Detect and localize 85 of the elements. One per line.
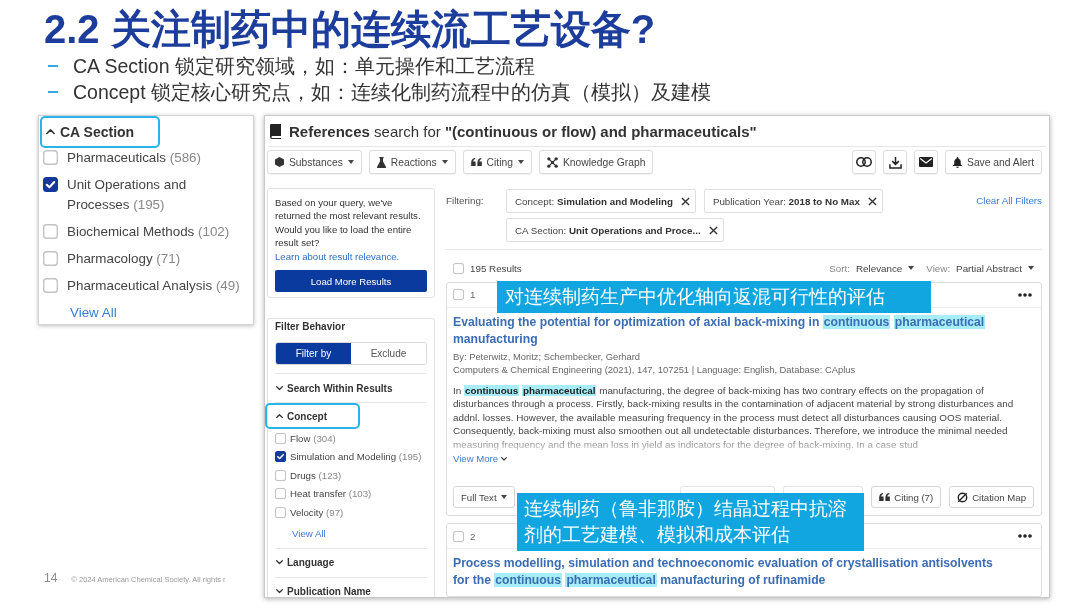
bullet-dash-icon <box>48 91 58 93</box>
filter-option[interactable]: Heat transfer (103) <box>290 488 372 500</box>
result-number: 1 <box>470 289 476 300</box>
action-button[interactable]: Citation Map <box>949 486 1034 508</box>
view-more-link[interactable]: View More <box>453 453 508 465</box>
download-button[interactable] <box>883 150 907 174</box>
notice-text: Based on your query, we've returned the most relevant results. Would you like to load the entire result set? <box>275 196 422 250</box>
view-dropdown[interactable]: Partial Abstract <box>956 262 1034 274</box>
chip-label: CA Section: Unit Operations and Proce... <box>515 224 701 236</box>
mail-icon <box>919 157 933 167</box>
book-icon <box>270 123 282 139</box>
hexagon-icon <box>275 157 284 167</box>
section-toggle[interactable]: CA Section <box>40 116 160 148</box>
chip-label: Concept: Simulation and Modeling <box>515 195 673 207</box>
result-authors: By: Peterwitz, Moritz; Schembecker, Gerhard <box>453 349 642 363</box>
sort-dropdown[interactable]: Relevance <box>856 262 915 274</box>
filter-option[interactable]: Pharmacology (71) <box>67 248 181 269</box>
save-alert-button[interactable]: Save and Alert <box>945 150 1042 174</box>
action-button[interactable]: Citing (7) <box>871 486 942 508</box>
filtering-label: Filtering: <box>445 194 485 208</box>
bullet-text: Concept 锁定核心研究点，如：连续化制药流程中的仿真（模拟）及建模 <box>73 79 712 105</box>
bullet-text: CA Section 锁定研究领域，如：单元操作和工艺流程 <box>73 53 535 79</box>
email-button[interactable] <box>914 150 938 174</box>
more-icon[interactable] <box>1018 534 1032 538</box>
view-all-link[interactable]: View All <box>40 299 117 323</box>
result-abstract: In continuous pharmaceutical manufacturing, the degree of back-mixing has two contrary effects on the propagation of disturbances through a process. Firstly, back-mixing results in the contamination of adjacent material by strong disturbances and addnl. losses. However, the available measuring frequency in the process must detect all disturbances causing OOS material. Consequently, back-mixing must also smoothen out all undetectable disturbances. Therefore, we introduce the minimal needed measuring frequency and the mean loss in yield as indicators for the degree of back-mixing. In a case stud <box>453 383 1015 451</box>
quote-icon <box>879 493 891 501</box>
toolbar-button[interactable]: Substances <box>267 150 362 174</box>
action-button[interactable]: Full Text <box>453 486 515 508</box>
toolbar-button[interactable]: Reactions <box>368 150 456 174</box>
results-count: 195 Results <box>470 262 522 274</box>
checkbox[interactable] <box>275 451 286 463</box>
relevance-link[interactable]: Learn about result relevance. <box>275 249 400 264</box>
filter-option[interactable]: Velocity (97) <box>290 506 344 518</box>
filter-option[interactable]: Simulation and Modeling (195) <box>290 451 422 463</box>
filter-option[interactable]: Drugs (123) <box>290 469 342 481</box>
load-more-button[interactable]: Load More Results <box>275 270 427 293</box>
result-title-link[interactable]: Evaluating the potential for optimization of axial back-mixing in continuous pharmaceutical manufacturing <box>453 313 1009 348</box>
search-heading: References search for "(continuous or flow) and pharmaceuticals" <box>289 122 757 140</box>
caret-down-icon <box>517 160 524 164</box>
compare-button[interactable] <box>852 150 876 174</box>
translation-callout: 连续制药（鲁非那胺）结晶过程中抗溶剂的工艺建模、模拟和成本评估 <box>517 493 865 551</box>
bullet-dash-icon <box>48 65 58 67</box>
chip-label: Publication Year: 2018 to No Max <box>712 195 860 207</box>
panel-title: Filter Behavior <box>275 320 347 335</box>
close-icon[interactable] <box>867 196 877 206</box>
filter-section-toggle[interactable]: Language <box>275 548 427 577</box>
sort-label: Sort: <box>829 262 851 274</box>
graph-icon <box>546 156 558 168</box>
page-number: 14 <box>44 571 58 585</box>
filter-option[interactable]: Pharmaceuticals (586) <box>67 147 201 168</box>
caret-down-icon <box>908 266 915 271</box>
filter-option[interactable]: Unit Operations and Processes (195) <box>67 174 245 215</box>
result-number: 2 <box>470 530 476 542</box>
filter-section-toggle[interactable]: Publication Name <box>275 577 427 597</box>
toolbar-button[interactable]: Citing <box>462 150 532 174</box>
filter-section-toggle[interactable]: Search Within Results <box>275 374 427 403</box>
chevron-down-icon <box>501 457 508 461</box>
close-icon[interactable] <box>708 225 718 235</box>
clear-filters-link[interactable]: Clear All Filters <box>976 189 1042 213</box>
close-icon[interactable] <box>680 196 690 206</box>
toggle-option[interactable]: Filter by <box>276 343 351 365</box>
bell-icon <box>953 156 962 168</box>
result-title-link[interactable]: Process modelling, simulation and technoeconomic evaluation of crystallisation antisolvents for the continuous pharmaceutical manufacturing of rufinamide <box>453 555 1009 589</box>
slashed-circle-icon <box>957 491 969 503</box>
translation-callout: 对连续制药生产中优化轴向返混可行性的评估 <box>497 280 931 313</box>
toolbar-button[interactable]: Knowledge Graph <box>538 150 654 174</box>
caret-down-icon <box>347 160 354 164</box>
result-source: Computers & Chemical Engineering (2021), 147, 107251 | Language: English, Database: CAplus <box>453 362 857 376</box>
view-all-link[interactable]: View All <box>275 521 326 543</box>
flask-icon <box>376 156 386 168</box>
slide-title: 2.2 关注制药中的连续流工艺设备? <box>44 6 657 52</box>
filter-section-toggle[interactable]: Concept <box>265 403 360 430</box>
filter-option[interactable]: Biochemical Methods (102) <box>67 221 230 242</box>
caret-down-icon <box>1028 266 1034 271</box>
checkbox[interactable] <box>43 177 58 192</box>
caret-down-icon <box>441 160 448 164</box>
caret-down-icon <box>500 495 507 499</box>
overlapping-circles-icon <box>856 157 872 167</box>
filter-option[interactable]: Flow (304) <box>290 432 336 444</box>
download-icon <box>888 155 902 169</box>
quote-icon <box>470 158 482 166</box>
view-label: View: <box>926 262 951 274</box>
more-icon[interactable] <box>1018 292 1032 297</box>
filter-option[interactable]: Pharmaceutical Analysis (49) <box>67 275 240 296</box>
